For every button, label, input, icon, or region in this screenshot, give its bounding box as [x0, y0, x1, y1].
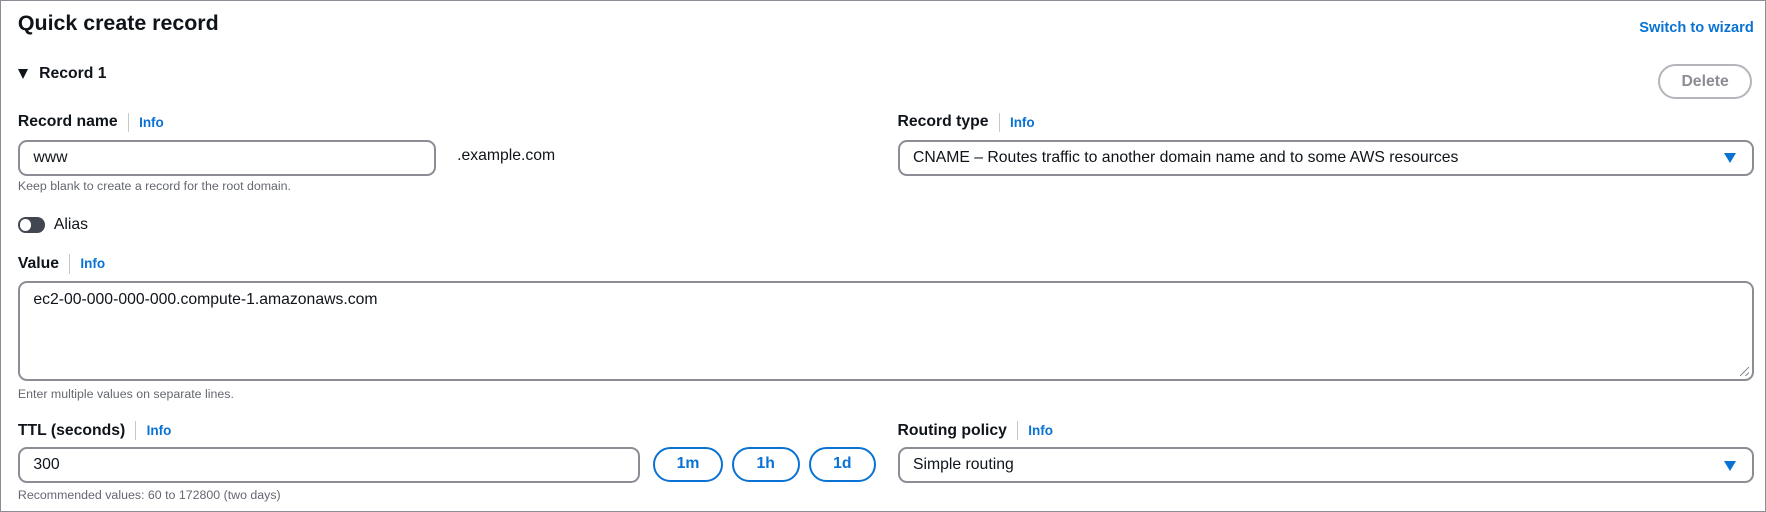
ttl-1h-button[interactable]: 1h	[731, 447, 800, 482]
value-label: Value Info	[17, 254, 105, 274]
value-label-text: Value	[17, 254, 60, 272]
toggle-switch-icon	[17, 217, 45, 233]
routing-policy-info-link[interactable]: Info	[1028, 423, 1053, 438]
quick-create-record-panel: Quick create record Switch to wizard Rec…	[0, 0, 1766, 512]
routing-policy-value: Simple routing	[913, 456, 1014, 474]
caret-down-icon	[17, 69, 28, 80]
record-1-expander[interactable]: Record 1	[17, 65, 107, 83]
delete-button[interactable]: Delete	[1657, 64, 1753, 99]
domain-suffix: .example.com	[457, 147, 556, 165]
value-hint: Enter multiple values on separate lines.	[17, 387, 234, 402]
record-name-info-link[interactable]: Info	[139, 115, 164, 130]
record-type-label-text: Record type	[897, 113, 989, 131]
record-name-input[interactable]: www	[17, 139, 436, 176]
alias-label: Alias	[53, 216, 89, 234]
value-text: ec2-00-000-000-000.compute-1.amazonaws.c…	[33, 291, 378, 309]
ttl-info-link[interactable]: Info	[147, 423, 172, 438]
record-name-hint: Keep blank to create a record for the ro…	[17, 178, 291, 193]
routing-policy-label: Routing policy Info	[897, 421, 1053, 441]
record-name-label: Record name Info	[17, 112, 164, 132]
ttl-1d-button[interactable]: 1d	[808, 447, 877, 482]
record-name-label-text: Record name	[17, 113, 118, 131]
page-title: Quick create record	[17, 11, 219, 36]
routing-policy-select[interactable]: Simple routing	[897, 447, 1754, 484]
routing-policy-label-text: Routing policy	[897, 421, 1007, 439]
record-type-select[interactable]: CNAME – Routes traffic to another domain…	[897, 139, 1754, 176]
record-heading: Record 1	[39, 65, 107, 83]
caret-down-icon	[1723, 460, 1736, 471]
record-type-label: Record type Info	[897, 112, 1035, 132]
ttl-hint: Recommended values: 60 to 172800 (two da…	[17, 487, 281, 502]
value-textarea[interactable]: ec2-00-000-000-000.compute-1.amazonaws.c…	[17, 281, 1754, 381]
ttl-label-text: TTL (seconds)	[17, 421, 126, 439]
caret-down-icon	[1723, 153, 1736, 163]
switch-to-wizard-link[interactable]: Switch to wizard	[1639, 20, 1754, 36]
ttl-label: TTL (seconds) Info	[17, 421, 172, 441]
ttl-input[interactable]: 300	[17, 447, 640, 484]
value-info-link[interactable]: Info	[80, 256, 105, 271]
record-type-info-link[interactable]: Info	[1010, 115, 1035, 130]
resize-handle-icon[interactable]	[1740, 367, 1750, 377]
alias-toggle[interactable]: Alias	[17, 216, 89, 234]
record-type-value: CNAME – Routes traffic to another domain…	[913, 148, 1459, 166]
ttl-1m-button[interactable]: 1m	[653, 447, 723, 482]
